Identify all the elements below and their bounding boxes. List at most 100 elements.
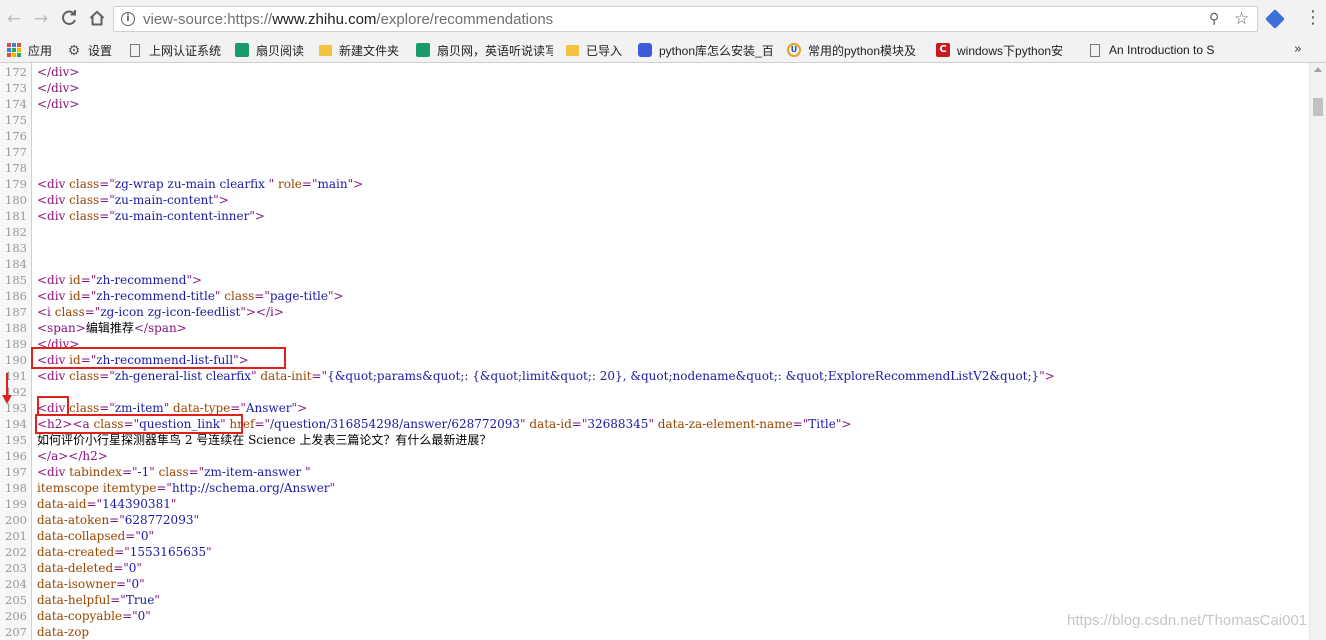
code-token-attr: data-isowner bbox=[37, 577, 116, 591]
code-token-tag: "> bbox=[213, 193, 229, 207]
code-token-tag: =" bbox=[80, 273, 97, 287]
code-token-tag: <div bbox=[37, 465, 70, 479]
bookmark-label: python库怎么安装_百 bbox=[659, 43, 774, 58]
code-token-val: zg-icon zg-icon-feedlist bbox=[100, 305, 241, 319]
site-info-icon[interactable]: i bbox=[121, 12, 135, 26]
vertical-scrollbar[interactable] bbox=[1309, 63, 1326, 640]
more-bookmarks-icon[interactable]: » bbox=[1294, 42, 1302, 57]
bookmark-new-folder[interactable]: 新建文件夹 bbox=[319, 38, 406, 62]
line-code: data-created="1553165635" bbox=[37, 544, 212, 560]
bookmark-shanbay-site[interactable]: 扇贝网，英语听说读写 bbox=[416, 38, 553, 62]
code-token-attr: id bbox=[69, 289, 81, 303]
bookmark-windows-python[interactable]: C windows下python安 bbox=[936, 38, 1074, 62]
bookmark-settings[interactable]: ⚙ 设置 bbox=[67, 38, 119, 62]
code-token-tag: <div bbox=[37, 177, 70, 191]
line-code: data-aid="144390381" bbox=[37, 496, 176, 512]
code-token-attr: class bbox=[69, 209, 100, 223]
code-token-tag: " bbox=[305, 465, 311, 479]
code-token-val: zm-item bbox=[114, 401, 164, 415]
reload-icon[interactable] bbox=[59, 9, 79, 29]
source-line: 185 <div id="zh-recommend"> bbox=[0, 272, 1309, 288]
source-line: 199 data-aid="144390381" bbox=[0, 496, 1309, 512]
code-token-tag: =" bbox=[311, 369, 328, 383]
code-token-tag: =" bbox=[115, 577, 132, 591]
code-token-val: zu-main-content-inner bbox=[114, 209, 250, 223]
code-token-tag: " bbox=[520, 417, 530, 431]
line-number: 204 bbox=[5, 577, 27, 591]
gear-icon: ⚙ bbox=[67, 42, 81, 58]
line-number: 206 bbox=[5, 609, 27, 623]
line-number: 185 bbox=[5, 273, 27, 287]
browser-menu-icon[interactable]: ⋮ bbox=[1304, 8, 1322, 28]
code-token-attr: role bbox=[278, 177, 302, 191]
source-line: 191 <div class="zh-general-list clearfix"… bbox=[0, 368, 1309, 384]
bookmark-apps[interactable]: 应用 bbox=[7, 38, 57, 62]
bookmark-introduction[interactable]: An Introduction to S bbox=[1088, 38, 1221, 62]
bookmark-login-system[interactable]: 上网认证系统 bbox=[128, 38, 226, 62]
source-line: 172 </div> bbox=[0, 64, 1309, 80]
line-number: 196 bbox=[5, 449, 27, 463]
baidu-paw-icon bbox=[638, 43, 652, 57]
zoom-icon[interactable]: ⚲ bbox=[1209, 11, 1219, 27]
source-line: 183 bbox=[0, 240, 1309, 256]
code-token-tag: "> bbox=[835, 417, 852, 431]
code-token-val: Answer bbox=[245, 401, 292, 415]
line-code: <div class="zh-general-list clearfix" da… bbox=[37, 368, 1055, 384]
code-token-tag: <div bbox=[37, 193, 70, 207]
code-token-tag: =" bbox=[113, 561, 129, 575]
bookmark-star-icon[interactable]: ☆ bbox=[1234, 9, 1249, 29]
line-code: data-copyable="0" bbox=[37, 608, 151, 624]
forward-arrow-icon[interactable]: → bbox=[31, 9, 51, 29]
code-token-tag: "></i> bbox=[240, 305, 284, 319]
code-token-val: 0 bbox=[131, 577, 140, 591]
annotation-box-div bbox=[37, 396, 69, 416]
scroll-up-arrow-icon[interactable] bbox=[1314, 67, 1322, 72]
annotation-box-question-link bbox=[35, 414, 243, 434]
line-number: 189 bbox=[5, 337, 27, 351]
code-token-attr: data-za-element-name bbox=[657, 417, 793, 431]
code-token-attr: data-collapsed bbox=[37, 529, 126, 543]
line-number: 173 bbox=[5, 81, 27, 95]
bookmark-shanbay-read[interactable]: 扇贝阅读 bbox=[235, 38, 310, 62]
code-token-tag: "> bbox=[1039, 369, 1055, 383]
code-token-tag: <div bbox=[37, 209, 70, 223]
address-bar[interactable]: i view-source:https://www.zhihu.com/expl… bbox=[113, 6, 1258, 32]
home-icon[interactable] bbox=[87, 9, 107, 29]
source-line: 188 <span>编辑推荐</span> bbox=[0, 320, 1309, 336]
code-token-tag: =" bbox=[125, 529, 141, 543]
line-code: <div class="zu-main-content-inner"> bbox=[37, 208, 265, 224]
code-token-tag: =" bbox=[80, 289, 97, 303]
source-line: 204 data-isowner="0" bbox=[0, 576, 1309, 592]
extension-icon[interactable] bbox=[1265, 9, 1285, 29]
line-number: 172 bbox=[5, 65, 27, 79]
scrollbar-thumb[interactable] bbox=[1313, 98, 1323, 116]
line-number: 184 bbox=[5, 257, 27, 271]
back-arrow-icon[interactable]: ← bbox=[4, 9, 24, 29]
code-token-val: zg-wrap zu-main clearfix bbox=[114, 177, 269, 191]
bookmark-imported[interactable]: 已导入 bbox=[566, 38, 628, 62]
code-token-tag: " bbox=[139, 577, 145, 591]
line-number: 180 bbox=[5, 193, 27, 207]
code-token-tag: =" bbox=[114, 545, 130, 559]
code-token-attr: data-deleted bbox=[37, 561, 114, 575]
code-token-attr: data-type bbox=[173, 401, 231, 415]
bookmark-label: 已导入 bbox=[586, 43, 623, 58]
line-code: <div class="zg-wrap zu-main clearfix " r… bbox=[37, 176, 363, 192]
line-number: 178 bbox=[5, 161, 27, 175]
bookmark-python-modules[interactable]: U 常用的python模块及 bbox=[787, 38, 924, 62]
code-token-tag: =" bbox=[109, 513, 125, 527]
shanbay-icon bbox=[416, 43, 430, 57]
code-token-txt: 如何评价小行星探测器隼鸟 2 号连续在 Science 上发表三篇论文？有什么最… bbox=[37, 433, 492, 447]
line-code: data-isowner="0" bbox=[37, 576, 145, 592]
code-token-attr: class bbox=[54, 305, 85, 319]
code-token-tag: =" bbox=[99, 369, 115, 383]
page-icon bbox=[130, 43, 140, 57]
code-token-tag: " bbox=[149, 465, 159, 479]
bookmark-label: windows下python安 bbox=[957, 43, 1064, 58]
code-token-tag: " bbox=[329, 481, 336, 495]
code-token-tag: =" bbox=[84, 305, 101, 319]
line-code: </a></h2> bbox=[37, 448, 108, 464]
line-code: </div> bbox=[37, 96, 79, 112]
bookmark-python-install[interactable]: python库怎么安装_百 bbox=[638, 38, 775, 62]
code-token-attr: class bbox=[158, 465, 189, 479]
